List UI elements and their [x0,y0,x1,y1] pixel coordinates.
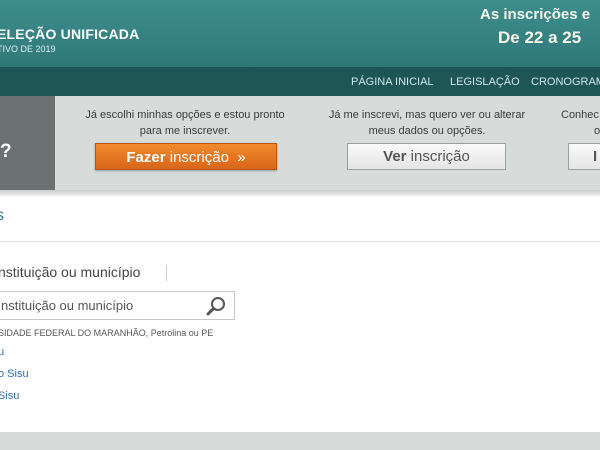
brand-subtitle: TIVO DE 2019 [0,44,56,54]
third-description-cont: o [594,125,600,137]
section-divider [0,241,600,242]
site-header: ELEÇÃO UNIFICADA TIVO DE 2019 As inscriç… [0,0,600,67]
search-example: SIDADE FEDERAL DO MARANHÃO, Petrolina ou… [0,328,214,338]
ver-label-rest: inscrição [406,148,470,165]
footer-band [0,432,600,450]
search-label: nstituição ou município [0,264,141,280]
fazer-label-strong: Fazer [126,149,166,166]
search-icon[interactable] [205,295,227,317]
question-mark: ? [0,141,12,162]
brand-title: ELEÇÃO UNIFICADA [0,26,140,42]
inscricoes-dates: De 22 a 25 [498,28,582,47]
fazer-label-rest: inscrição » [165,149,246,166]
help-link-1[interactable]: u [0,346,4,358]
nav-item-legislacao[interactable]: LEGISLAÇÃO [450,76,520,88]
help-link-2[interactable]: o Sisu [0,368,29,380]
search-input[interactable] [0,292,201,319]
fazer-inscricao-button[interactable]: Fazer inscrição » [95,143,277,170]
ver-description: Já me inscrevi, mas quero ver ou alterar… [328,109,526,137]
third-option-button[interactable]: I [568,143,600,170]
section-title: s [0,207,4,224]
panel-shadow [0,190,600,196]
inscricoes-heading: As inscrições e [480,6,591,23]
fazer-description: Já escolhi minhas opções e estou pronto … [85,109,285,137]
ver-inscricao-button[interactable]: Ver inscrição [347,143,506,170]
main-nav: PÁGINA INICIAL LEGISLAÇÃO CRONOGRAMA [0,67,600,96]
ver-label-strong: Ver [383,148,407,165]
third-description: Conhec [561,109,599,121]
search-label-separator [166,265,167,281]
nav-item-cronograma[interactable]: CRONOGRAMA [531,76,600,88]
inscription-panel: ? Já escolhi minhas opções e estou pront… [0,96,600,190]
help-link-3[interactable]: Sisu [0,390,19,402]
search-box [0,291,235,320]
nav-item-pagina-inicial[interactable]: PÁGINA INICIAL [351,76,434,88]
